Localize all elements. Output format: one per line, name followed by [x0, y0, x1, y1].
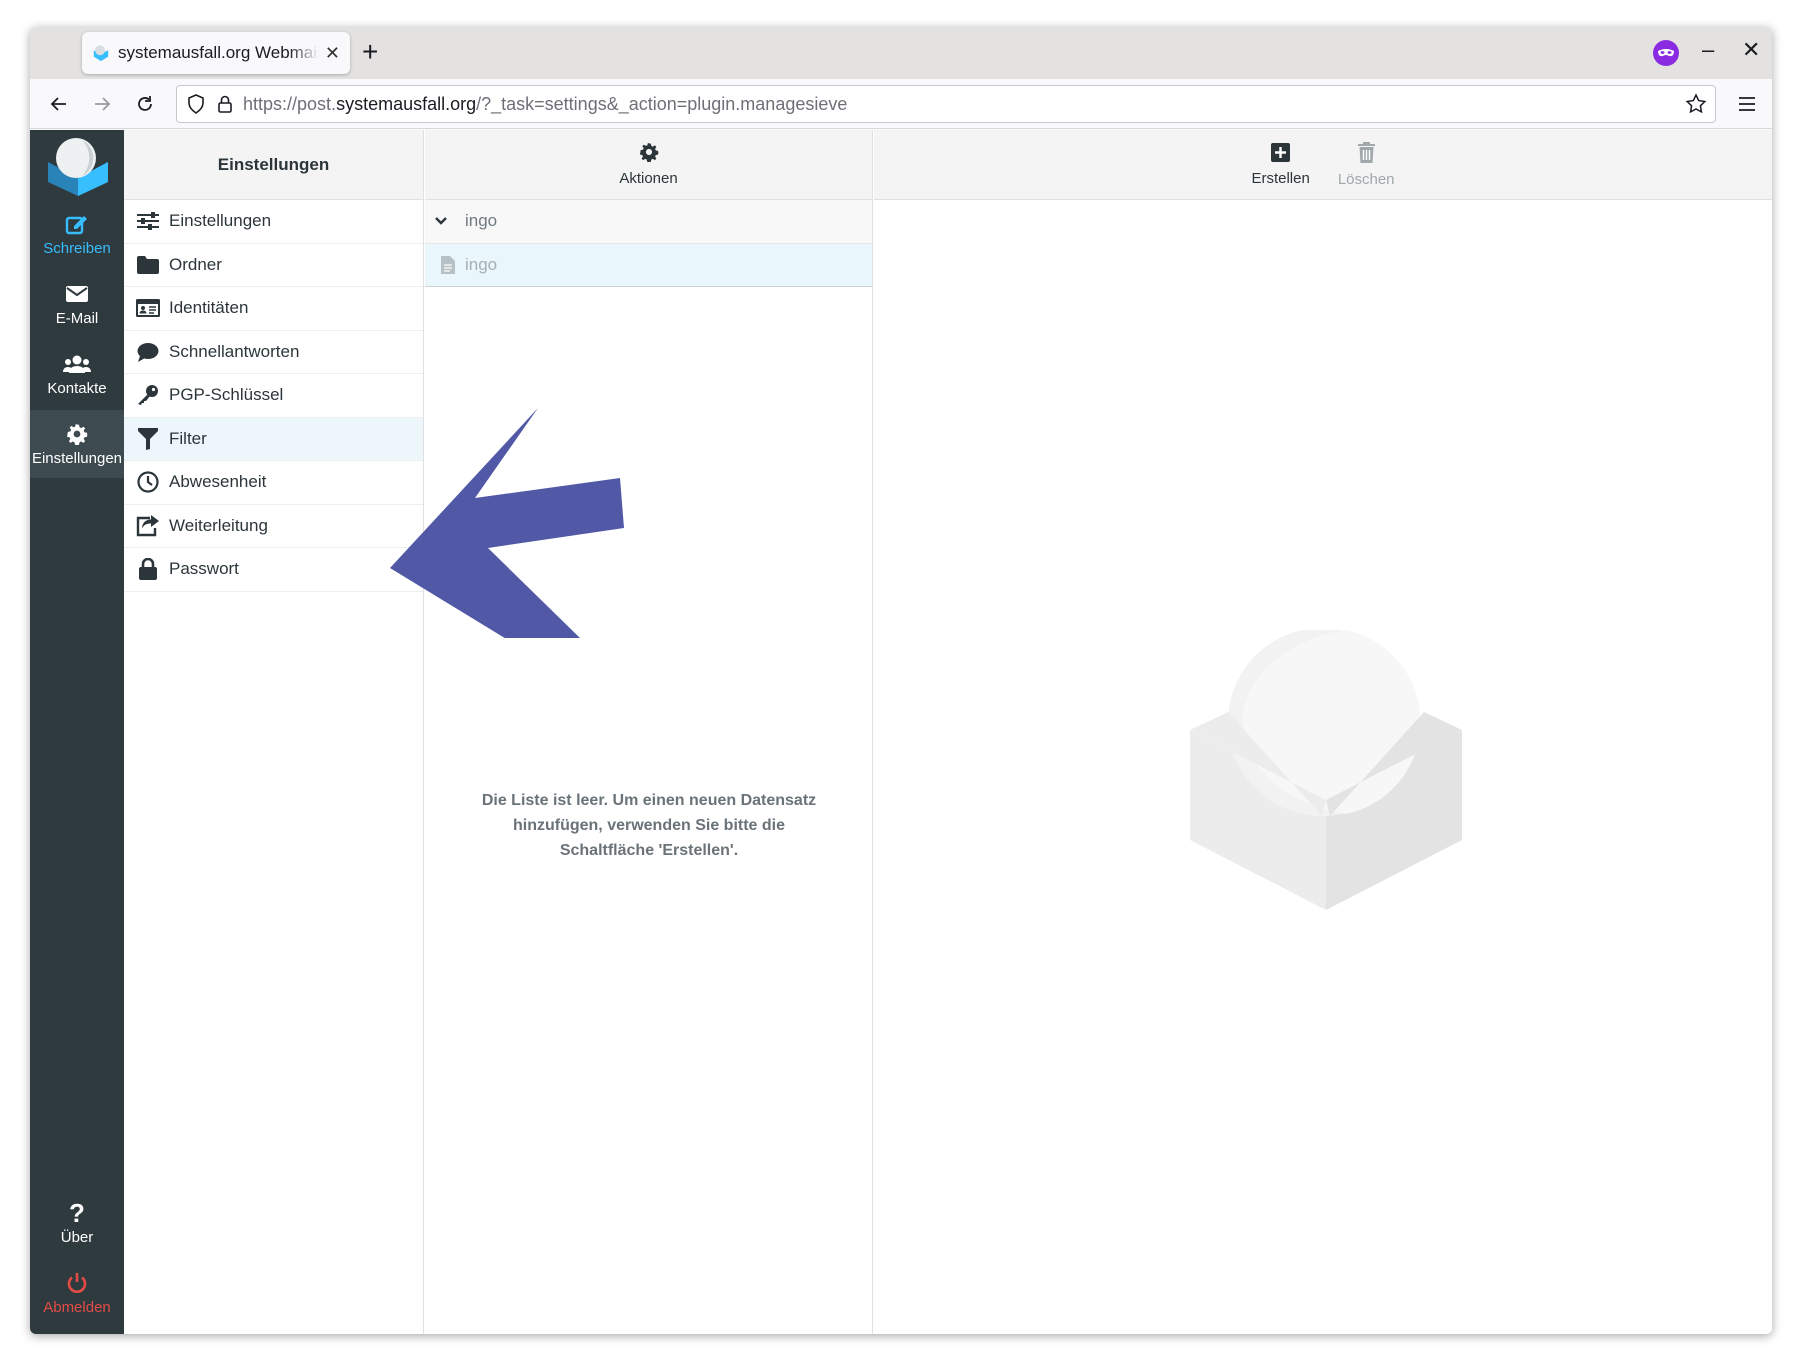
settings-item-label: Passwort — [169, 559, 239, 579]
mail-button[interactable]: E-Mail — [30, 270, 124, 338]
settings-header: Einstellungen — [124, 130, 423, 200]
settings-button[interactable]: Einstellungen — [30, 410, 124, 478]
gear-icon — [639, 142, 658, 163]
plus-square-icon — [1271, 142, 1291, 162]
settings-item-label: Filter — [169, 428, 207, 448]
roundcube-logo[interactable] — [44, 132, 112, 198]
tab-title: systemausfall.org Webmail — [118, 43, 319, 62]
users-icon — [63, 355, 91, 373]
settings-item-label: Weiterleitung — [169, 515, 268, 535]
url-prefix: https://post. — [243, 93, 337, 114]
reload-icon — [138, 96, 152, 111]
gear-icon — [66, 423, 88, 445]
filterset-group-label: ingo — [465, 211, 498, 231]
new-tab-button[interactable]: + — [362, 37, 378, 67]
roundcube-favicon-icon — [93, 45, 109, 62]
bookmark-star-icon[interactable] — [1685, 93, 1707, 115]
mail-label: E-Mail — [55, 309, 99, 327]
forward-icon — [136, 514, 159, 536]
url-path: /?_task=settings&_action=plugin.managesi… — [476, 93, 848, 114]
settings-item-label: Ordner — [169, 254, 222, 274]
settings-item-label: Einstellungen — [169, 211, 272, 231]
logout-button[interactable]: Abmelden — [30, 1259, 124, 1327]
menu-button[interactable] — [1732, 89, 1762, 119]
sliders-icon — [137, 212, 159, 231]
key-icon — [138, 385, 158, 406]
browser-tab[interactable]: systemausfall.org Webmail ✕ — [82, 32, 350, 74]
actions-label: Aktionen — [619, 170, 678, 187]
shield-icon[interactable] — [187, 94, 205, 114]
settings-label: Einstellungen — [31, 449, 123, 467]
hamburger-icon — [1739, 97, 1755, 111]
compose-label: Schreiben — [43, 239, 111, 257]
window-close-button[interactable]: ✕ — [1742, 37, 1760, 63]
tab-close-icon[interactable]: ✕ — [325, 43, 340, 64]
filterset-label: ingo — [465, 254, 498, 274]
settings-item-responses[interactable]: Schnellantworten — [124, 331, 423, 374]
main-content: Erstellen Löschen — [874, 130, 1772, 1334]
minimize-button[interactable]: – — [1702, 37, 1714, 63]
filterset-group[interactable]: ingo — [425, 200, 872, 244]
about-label: Über — [60, 1228, 94, 1246]
url-bar[interactable]: https://post.systemausfall.org/?_task=se… — [176, 85, 1716, 123]
create-button[interactable]: Erstellen — [1245, 142, 1315, 187]
question-icon: ? — [69, 1197, 85, 1228]
webmail-app: Schreiben E-Mail Kontakte Einstellungen … — [30, 130, 1772, 1334]
lock-icon — [139, 558, 157, 581]
settings-sidebar: Einstellungen Einstellungen Ordner Ident… — [124, 130, 424, 1334]
reload-button[interactable] — [130, 89, 160, 119]
power-icon — [67, 1272, 87, 1293]
comment-icon — [137, 342, 159, 362]
settings-item-pgp-keys[interactable]: PGP-Schlüssel — [124, 374, 423, 418]
private-mask-icon[interactable] — [1652, 39, 1680, 67]
settings-item-password[interactable]: Passwort — [124, 548, 423, 592]
forward-button[interactable] — [87, 89, 117, 119]
url-text: https://post.systemausfall.org/?_task=se… — [243, 94, 847, 115]
settings-item-identities[interactable]: Identitäten — [124, 287, 423, 331]
settings-item-folders[interactable]: Ordner — [124, 244, 423, 287]
contacts-button[interactable]: Kontakte — [30, 340, 124, 408]
compose-button[interactable]: Schreiben — [30, 200, 124, 268]
chevron-down-icon — [435, 217, 447, 225]
contacts-label: Kontakte — [47, 379, 107, 397]
filterset-row[interactable]: ingo — [425, 243, 872, 287]
delete-label: Löschen — [1337, 170, 1395, 188]
settings-item-label: Schnellantworten — [169, 341, 300, 361]
tab-bar: systemausfall.org Webmail ✕ + – ✕ — [30, 27, 1772, 79]
navigation-bar: https://post.systemausfall.org/?_task=se… — [30, 79, 1772, 129]
settings-item-filter[interactable]: Filter — [124, 417, 423, 461]
trash-icon — [1357, 141, 1375, 163]
settings-item-forward[interactable]: Weiterleitung — [124, 505, 423, 548]
annotation-arrow — [390, 408, 624, 638]
create-label: Erstellen — [1251, 169, 1310, 187]
browser-window: systemausfall.org Webmail ✕ + – ✕ https:… — [30, 27, 1772, 1334]
settings-item-preferences[interactable]: Einstellungen — [124, 200, 423, 244]
settings-item-label: PGP-Schlüssel — [169, 385, 284, 405]
lock-icon[interactable] — [217, 94, 233, 114]
folder-icon — [137, 255, 159, 274]
back-button[interactable] — [44, 89, 74, 119]
envelope-icon — [66, 285, 88, 302]
compose-icon — [65, 215, 87, 234]
filter-icon — [138, 427, 158, 450]
clock-icon — [137, 471, 159, 493]
file-icon — [441, 255, 455, 274]
arrow-right-icon — [95, 97, 111, 111]
about-button[interactable]: ? Über — [30, 1189, 124, 1257]
id-card-icon — [136, 299, 160, 318]
filtersets-panel: Aktionen ingo ingo Die Liste ist leer. U… — [425, 130, 873, 1334]
empty-list-message: Die Liste ist leer. Um einen neuen Daten… — [481, 792, 817, 859]
logout-label: Abmelden — [43, 1298, 111, 1316]
settings-item-label: Abwesenheit — [169, 472, 267, 492]
roundcube-watermark-logo — [1190, 630, 1462, 910]
settings-item-label: Identitäten — [169, 298, 249, 318]
main-toolbar: Erstellen Löschen — [874, 130, 1772, 200]
app-rail: Schreiben E-Mail Kontakte Einstellungen … — [30, 130, 124, 1334]
actions-button[interactable]: Aktionen — [425, 130, 872, 200]
settings-item-vacation[interactable]: Abwesenheit — [124, 461, 423, 505]
arrow-left-icon — [50, 97, 66, 111]
delete-button[interactable]: Löschen — [1332, 141, 1401, 188]
url-host: systemausfall.org — [336, 93, 477, 114]
